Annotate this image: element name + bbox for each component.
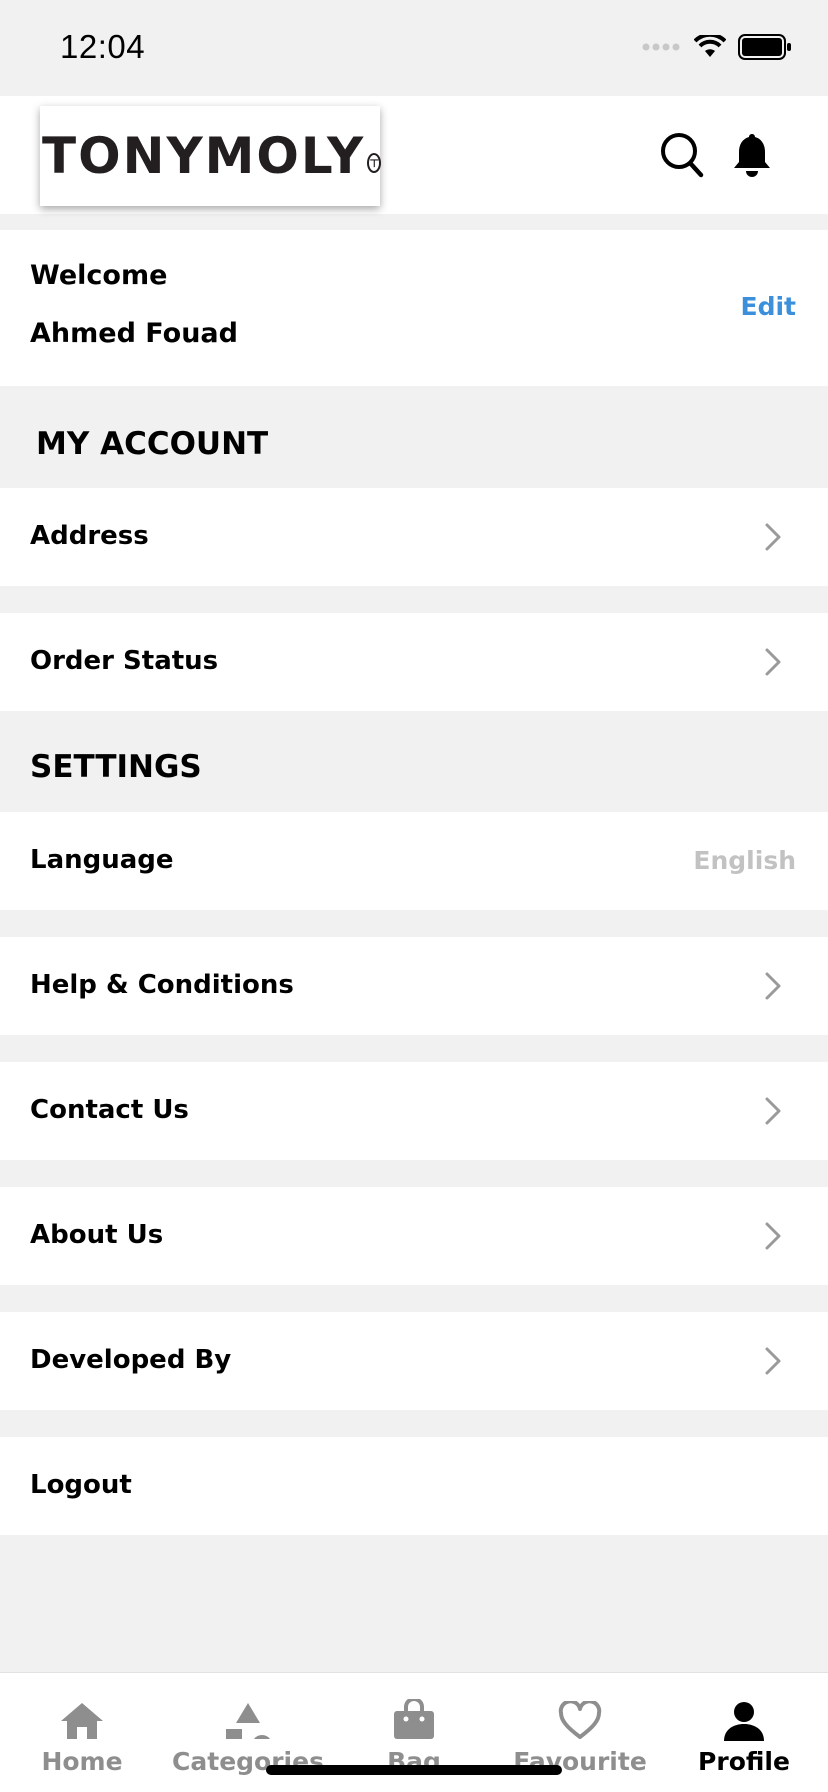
- profile-icon: [724, 1702, 764, 1741]
- status-icons: [642, 34, 792, 60]
- settings-heading: SETTINGS: [30, 749, 202, 785]
- logout-button[interactable]: Logout: [0, 1437, 828, 1535]
- edit-profile-button[interactable]: Edit: [741, 292, 797, 321]
- welcome-label: Welcome: [30, 260, 168, 291]
- tab-label: Profile: [698, 1747, 790, 1776]
- chevron-right-icon: [765, 523, 781, 551]
- battery-icon: [738, 34, 791, 60]
- chevron-right-icon: [765, 1097, 781, 1125]
- tab-categories[interactable]: Categories: [168, 1693, 328, 1776]
- menu-item-label: Language: [30, 845, 174, 875]
- chevron-right-icon: [765, 972, 781, 1000]
- logo-mark-icon: ⊤: [367, 153, 382, 173]
- menu-item-label: Developed By: [30, 1345, 232, 1375]
- welcome-card: Welcome Ahmed Fouad Edit: [0, 230, 828, 386]
- menu-item-label: Order Status: [30, 646, 219, 676]
- home-icon: [61, 1703, 103, 1739]
- status-bar: 12:04: [0, 0, 828, 96]
- user-name: Ahmed Fouad: [30, 318, 238, 349]
- menu-item-help-conditions[interactable]: Help & Conditions: [0, 937, 828, 1035]
- menu-item-order-status[interactable]: Order Status: [0, 613, 828, 711]
- status-time: 12:04: [60, 28, 146, 65]
- logout-label: Logout: [30, 1470, 132, 1500]
- bell-icon[interactable]: [732, 132, 772, 178]
- menu-item-label: Help & Conditions: [30, 970, 294, 1000]
- tab-bag[interactable]: Bag: [334, 1693, 494, 1776]
- tab-favourite[interactable]: Favourite: [500, 1693, 660, 1776]
- bag-icon: [394, 1699, 434, 1739]
- menu-item-contact-us[interactable]: Contact Us: [0, 1062, 828, 1160]
- my-account-heading: MY ACCOUNT: [36, 426, 269, 462]
- tab-profile[interactable]: Profile: [664, 1693, 824, 1776]
- menu-item-label: About Us: [30, 1220, 164, 1250]
- categories-icon: [226, 1703, 270, 1739]
- menu-item-about-us[interactable]: About Us: [0, 1187, 828, 1285]
- search-icon[interactable]: [660, 132, 704, 178]
- logo-text: TONYMOLY: [42, 127, 366, 185]
- menu-item-label: Contact Us: [30, 1095, 189, 1125]
- heart-icon: [558, 1701, 602, 1739]
- home-indicator: [266, 1765, 562, 1775]
- menu-item-label: Address: [30, 521, 149, 551]
- signal-icon: [642, 43, 680, 51]
- brand-logo: TONYMOLY ⊤: [40, 106, 382, 206]
- menu-item-developed-by[interactable]: Developed By: [0, 1312, 828, 1410]
- tab-home[interactable]: Home: [2, 1693, 162, 1776]
- wifi-icon: [694, 35, 726, 57]
- chevron-right-icon: [765, 1222, 781, 1250]
- chevron-right-icon: [765, 648, 781, 676]
- tab-label: Home: [41, 1747, 123, 1776]
- app-header: TONYMOLY ⊤: [0, 96, 828, 214]
- chevron-right-icon: [765, 1347, 781, 1375]
- menu-item-address[interactable]: Address: [0, 488, 828, 586]
- language-value: English: [693, 846, 796, 875]
- menu-item-language[interactable]: Language English: [0, 812, 828, 910]
